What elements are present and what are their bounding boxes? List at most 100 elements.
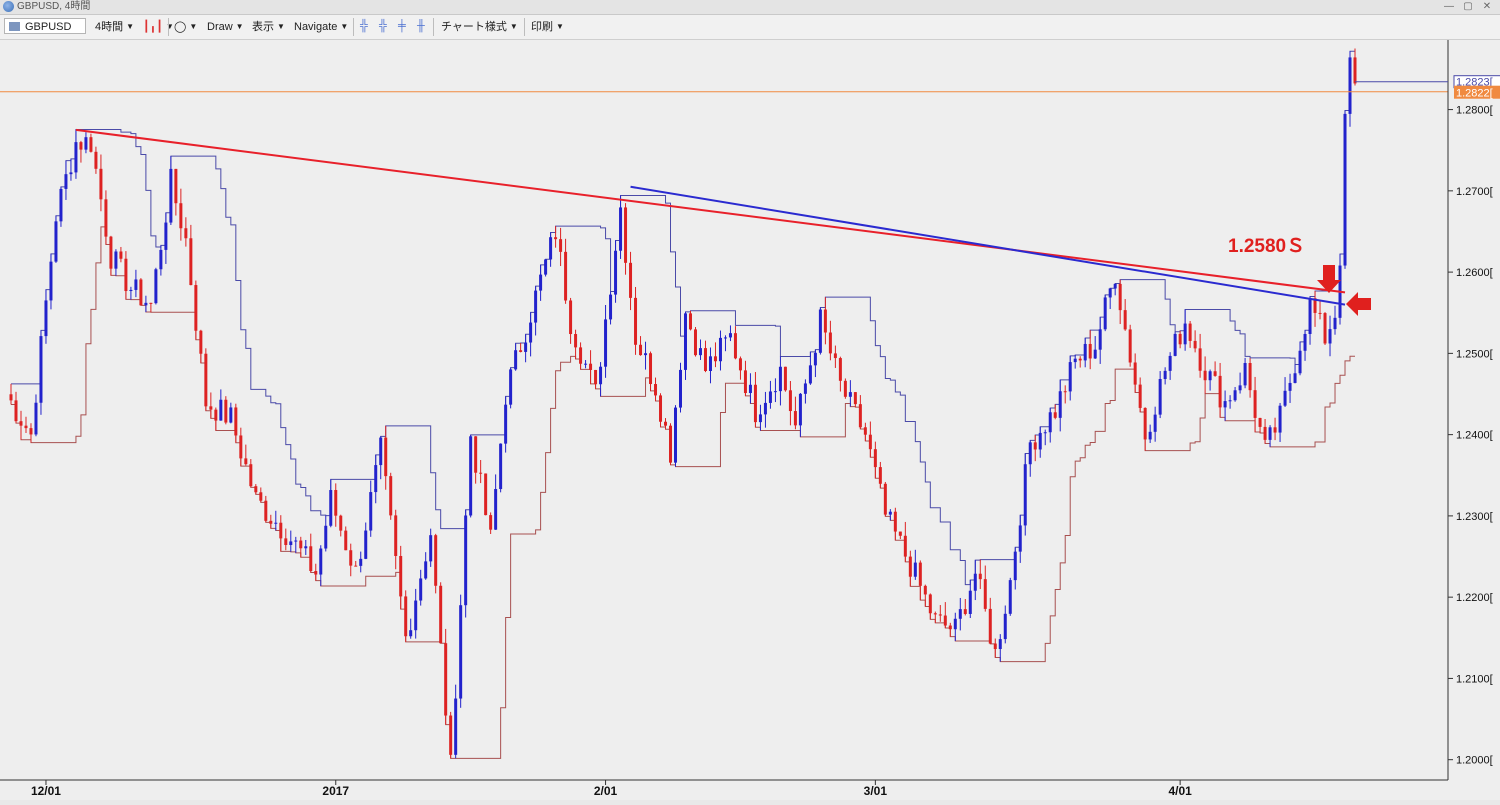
candle-body (933, 613, 937, 615)
minimize-button[interactable]: — (1442, 1, 1456, 13)
candle-body (1203, 370, 1207, 381)
candle-body (728, 333, 732, 338)
candle-body (149, 302, 153, 304)
candle-body (619, 207, 623, 251)
candle-body (1328, 329, 1332, 344)
close-button[interactable]: ✕ (1480, 1, 1494, 13)
candle-body (798, 393, 802, 426)
toolbar-divider (353, 18, 354, 36)
candle-body (903, 535, 907, 557)
candle-body (978, 573, 982, 580)
candle-body (1023, 464, 1027, 526)
candle-body (289, 541, 293, 546)
horizontal-line-icon: ╪ (398, 20, 406, 32)
candle-body (329, 490, 333, 526)
draw-menu[interactable]: Draw ▼ (204, 18, 247, 35)
candle-body (1078, 358, 1082, 361)
chart-style-menu[interactable]: チャート様式 ▼ (438, 18, 521, 35)
candle-body (374, 465, 378, 493)
time-tick-label: 12/01 (31, 784, 61, 798)
candle-body (1063, 391, 1067, 393)
candle-body (893, 511, 897, 532)
candle-body (509, 369, 513, 405)
horizontal-line-tool-button[interactable]: ╪ (395, 18, 409, 35)
candle-body (1128, 329, 1132, 363)
candle-body (928, 594, 932, 614)
toolbar-divider (524, 18, 525, 36)
candle-body (1178, 333, 1182, 345)
chevron-down-icon: ▼ (189, 22, 198, 31)
candle-body (459, 605, 463, 699)
candle-body (1098, 329, 1102, 350)
candle-body (783, 366, 787, 391)
price-tick-label: 1.2100[ (1456, 673, 1493, 685)
print-label: 印刷 (531, 21, 553, 33)
candle-body (1248, 363, 1252, 391)
candle-body (569, 300, 573, 335)
candle-body (1258, 417, 1262, 427)
candle-body (1028, 442, 1032, 465)
candle-body (294, 540, 298, 542)
timeframe-dropdown[interactable]: 4時間 ▼ (92, 18, 137, 35)
candle-body (254, 486, 258, 493)
candlestick-chart[interactable]: 1.2900[1.2800[1.2700[1.2600[1.2500[1.240… (0, 23, 1500, 800)
candle-body (644, 353, 648, 356)
candle-body (574, 334, 578, 348)
candle-body (878, 467, 882, 484)
circle-tool-dropdown[interactable]: ◯ ▼ (171, 18, 200, 35)
navigate-menu[interactable]: Navigate ▼ (291, 18, 351, 35)
candle-body (49, 261, 53, 301)
candle-body (224, 399, 228, 423)
time-tick-label: 2/01 (594, 784, 618, 798)
candle-body (1173, 333, 1177, 356)
candle-body (229, 407, 233, 423)
candle-body (529, 322, 533, 343)
candle-body (674, 407, 678, 463)
candle-body (1083, 343, 1087, 361)
candle-body (169, 168, 173, 223)
candle-body (534, 290, 538, 323)
candle-body (559, 239, 563, 252)
price-tick-label: 1.2400[ (1456, 430, 1493, 442)
candle-body (114, 251, 118, 269)
vertical-line-tool-button[interactable]: ╫ (414, 18, 428, 35)
candle-body (1118, 283, 1122, 311)
crosshair-tool-button[interactable]: ╬ (357, 18, 371, 35)
candle-body (1073, 358, 1077, 363)
candle-body (1223, 401, 1227, 408)
candle-body (54, 221, 58, 262)
candle-body (1038, 432, 1042, 450)
candle-body (339, 515, 343, 531)
candle-body (264, 500, 268, 521)
symbol-selector[interactable]: GBPUSD (4, 18, 86, 34)
price-tick-label: 1.2200[ (1456, 592, 1493, 604)
candle-body (773, 391, 777, 393)
price-chart-area[interactable]: 1.2900[1.2800[1.2700[1.2600[1.2500[1.240… (0, 23, 1500, 800)
view-menu[interactable]: 表示 ▼ (249, 18, 288, 35)
maximize-button[interactable]: ▢ (1461, 1, 1475, 13)
candle-body (813, 352, 817, 366)
price-tick-label: 1.2000[ (1456, 755, 1493, 767)
candle-body (194, 285, 198, 331)
candle-body (594, 369, 598, 385)
candle-body (389, 476, 393, 516)
candle-body (1068, 362, 1072, 392)
print-menu[interactable]: 印刷 ▼ (528, 18, 567, 35)
candle-body (299, 540, 303, 549)
current-price-label: 1.2822[ (1456, 88, 1493, 100)
candle-body (544, 259, 548, 275)
candle-body (454, 698, 458, 755)
candle-body (494, 489, 498, 530)
candle-body (489, 515, 493, 530)
candle-body (249, 464, 253, 487)
candle-body (394, 515, 398, 556)
time-tick-label: 4/01 (1168, 784, 1192, 798)
candle-body (549, 237, 553, 260)
candle-body (1233, 390, 1237, 401)
crosshair-alt-tool-button[interactable]: ╬ (376, 18, 390, 35)
candle-body (279, 522, 283, 539)
candle-body (129, 289, 133, 292)
candle-body (743, 370, 747, 394)
candle-body (109, 236, 113, 269)
candle-body (404, 596, 408, 637)
